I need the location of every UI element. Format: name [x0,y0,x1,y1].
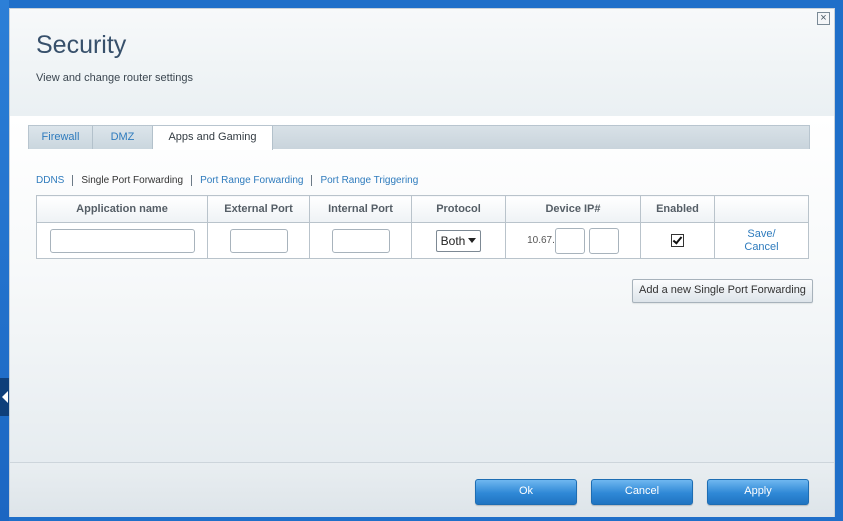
ok-button[interactable]: Ok [475,479,577,505]
save-link[interactable]: Save/ [715,228,808,241]
chevron-down-icon [468,238,477,243]
ip-octet-3-input[interactable] [554,227,585,254]
table-header-row: Application name External Port Internal … [36,195,809,223]
cell-internal-port [309,222,412,259]
subnav-ddns[interactable]: DDNS [36,175,64,186]
security-dialog: × Security View and change router settin… [9,8,835,517]
cell-protocol: Both [411,222,506,259]
column-internal-port: Internal Port [309,195,412,223]
subnav-separator [72,174,74,186]
dialog-header: × Security View and change router settin… [10,9,834,117]
tab-bar: Firewall DMZ Apps and Gaming [28,125,810,150]
subnav: DDNS Single Port Forwarding Port Range F… [36,173,418,187]
protocol-value: Both [440,233,466,248]
internal-port-input[interactable] [331,228,390,253]
subnav-separator [311,174,313,186]
cell-device-ip: 10.67. [505,222,641,259]
subnav-port-range-forwarding[interactable]: Port Range Forwarding [200,175,303,186]
side-panel-toggle[interactable] [0,378,9,416]
table-row: Both 10.67. Save/ Cancel [36,222,809,259]
subnav-port-range-triggering[interactable]: Port Range Triggering [320,175,418,186]
chevron-left-icon [2,391,8,403]
application-name-input[interactable] [49,228,195,253]
close-icon[interactable]: × [817,12,830,25]
tab-firewall[interactable]: Firewall [29,126,93,149]
cancel-link[interactable]: Cancel [715,241,808,254]
subnav-separator [191,174,193,186]
device-ip-field: 10.67. [527,227,619,254]
cell-external-port [207,222,310,259]
subnav-single-port-forwarding: Single Port Forwarding [81,174,184,186]
external-port-input[interactable] [229,228,288,253]
cancel-button[interactable]: Cancel [591,479,693,505]
tab-dmz[interactable]: DMZ [93,126,153,149]
cell-actions: Save/ Cancel [714,222,809,259]
column-device-ip: Device IP# [505,195,641,223]
dialog-content: Firewall DMZ Apps and Gaming DDNS Single… [10,116,834,462]
protocol-select[interactable]: Both [435,229,482,252]
dialog-footer: Ok Cancel Apply [10,462,834,517]
column-actions [714,195,809,223]
port-forwarding-table: Application name External Port Internal … [36,195,809,259]
column-application-name: Application name [36,195,208,223]
cell-enabled [640,222,715,259]
add-single-port-forwarding-button[interactable]: Add a new Single Port Forwarding [632,279,813,303]
tab-apps-and-gaming[interactable]: Apps and Gaming [153,126,273,150]
column-protocol: Protocol [411,195,506,223]
page-subtitle: View and change router settings [36,72,193,84]
enabled-checkbox[interactable] [671,234,684,247]
page-title: Security [36,31,127,59]
ip-prefix: 10.67. [527,235,555,246]
cell-application-name [36,222,208,259]
column-external-port: External Port [207,195,310,223]
background-panel [0,0,9,521]
ip-octet-4-input[interactable] [588,227,619,254]
column-enabled: Enabled [640,195,715,223]
apply-button[interactable]: Apply [707,479,809,505]
